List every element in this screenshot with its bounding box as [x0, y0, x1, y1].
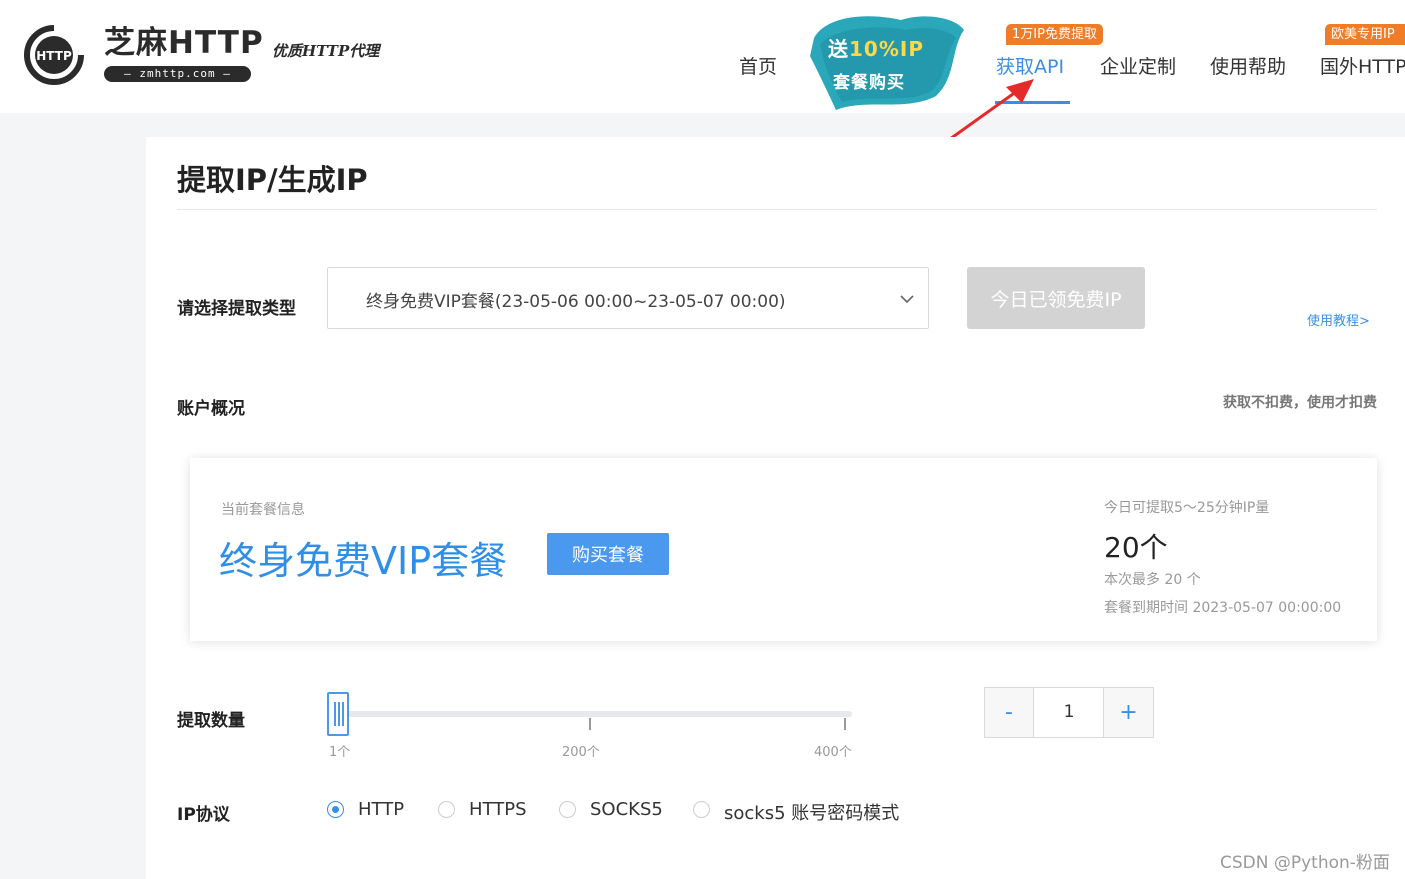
promo-highlight: 10%IP: [849, 37, 924, 61]
quantity-slider-handle[interactable]: [327, 692, 349, 736]
slider-tick-label: 1个: [329, 745, 351, 760]
plan-info-subtitle: 当前套餐信息: [221, 502, 305, 518]
plan-expire-time: 套餐到期时间 2023-05-07 00:00:00: [1104, 600, 1342, 616]
daily-quota-count: 20个: [1104, 531, 1168, 564]
radio-label: HTTP: [358, 799, 405, 820]
nav-foreign-http[interactable]: 国外HTTP: [1320, 54, 1405, 80]
billing-hint: 获取不扣费，使用才扣费: [1223, 395, 1377, 411]
title-divider: [177, 209, 1377, 210]
brand-slogan: 优质HTTP代理: [272, 42, 380, 60]
protocol-label: IP协议: [177, 805, 230, 825]
account-overview-label: 账户概况: [177, 399, 245, 419]
extract-type-select[interactable]: 终身免费VIP套餐(23-05-06 00:00~23-05-07 00:00): [327, 267, 929, 329]
decrement-button[interactable]: -: [985, 688, 1034, 737]
slider-tick: [844, 718, 846, 730]
promo-line2[interactable]: 套餐购买: [833, 68, 905, 93]
daily-quota-title: 今日可提取5～25分钟IP量: [1104, 500, 1270, 516]
page-title: 提取IP/生成IP: [177, 163, 368, 197]
promo-prefix: 送: [828, 37, 849, 61]
quantity-input[interactable]: 1: [1034, 688, 1104, 737]
nav-enterprise[interactable]: 企业定制: [1100, 54, 1176, 80]
brand-domain: — zmhttp.com —: [104, 66, 251, 82]
quantity-stepper: - 1 +: [984, 687, 1154, 738]
plan-name: 终身免费VIP套餐: [219, 539, 508, 583]
chevron-down-icon: [900, 295, 914, 304]
buy-plan-button[interactable]: 购买套餐: [547, 533, 669, 575]
radio-label: HTTPS: [469, 799, 527, 820]
watermark: CSDN @Python-粉面: [1220, 853, 1390, 873]
logo-mark-text: HTTP: [36, 49, 72, 63]
top-header: HTTP 芝麻HTTP 优质HTTP代理 — zmhttp.com — 首页 送…: [0, 0, 1405, 113]
nav-badge-foreign: 欧美专用IP: [1325, 24, 1405, 45]
claim-free-ip-button[interactable]: 今日已领免费IP: [967, 267, 1145, 329]
red-arrow-annotation: [949, 79, 1034, 141]
slider-tick-label: 200个: [562, 745, 600, 760]
radio-unchecked-icon: [438, 801, 455, 818]
radio-checked-icon: [327, 801, 344, 818]
slider-tick: [589, 718, 591, 730]
slider-tick-label: 400个: [814, 745, 852, 760]
radio-label: SOCKS5: [590, 799, 663, 820]
nav-help[interactable]: 使用帮助: [1210, 54, 1286, 80]
nav-home[interactable]: 首页: [739, 54, 777, 80]
quantity-slider-track[interactable]: [337, 711, 852, 717]
radio-label: socks5 账号密码模式: [724, 803, 900, 824]
tutorial-link[interactable]: 使用教程>: [1307, 310, 1370, 329]
extract-type-value: 终身免费VIP套餐(23-05-06 00:00~23-05-07 00:00): [366, 292, 786, 312]
increment-button[interactable]: +: [1103, 688, 1153, 737]
promo-line1[interactable]: 送10%IP: [828, 33, 924, 62]
brand-name: 芝麻HTTP: [104, 25, 264, 61]
max-per-extract: 本次最多 20 个: [1104, 572, 1201, 588]
logo-icon: HTTP: [24, 25, 84, 85]
radio-unchecked-icon: [693, 801, 710, 818]
quantity-label: 提取数量: [177, 711, 245, 731]
extract-type-label: 请选择提取类型: [177, 299, 296, 319]
nav-badge-api: 1万IP免费提取: [1006, 24, 1103, 45]
radio-unchecked-icon: [559, 801, 576, 818]
